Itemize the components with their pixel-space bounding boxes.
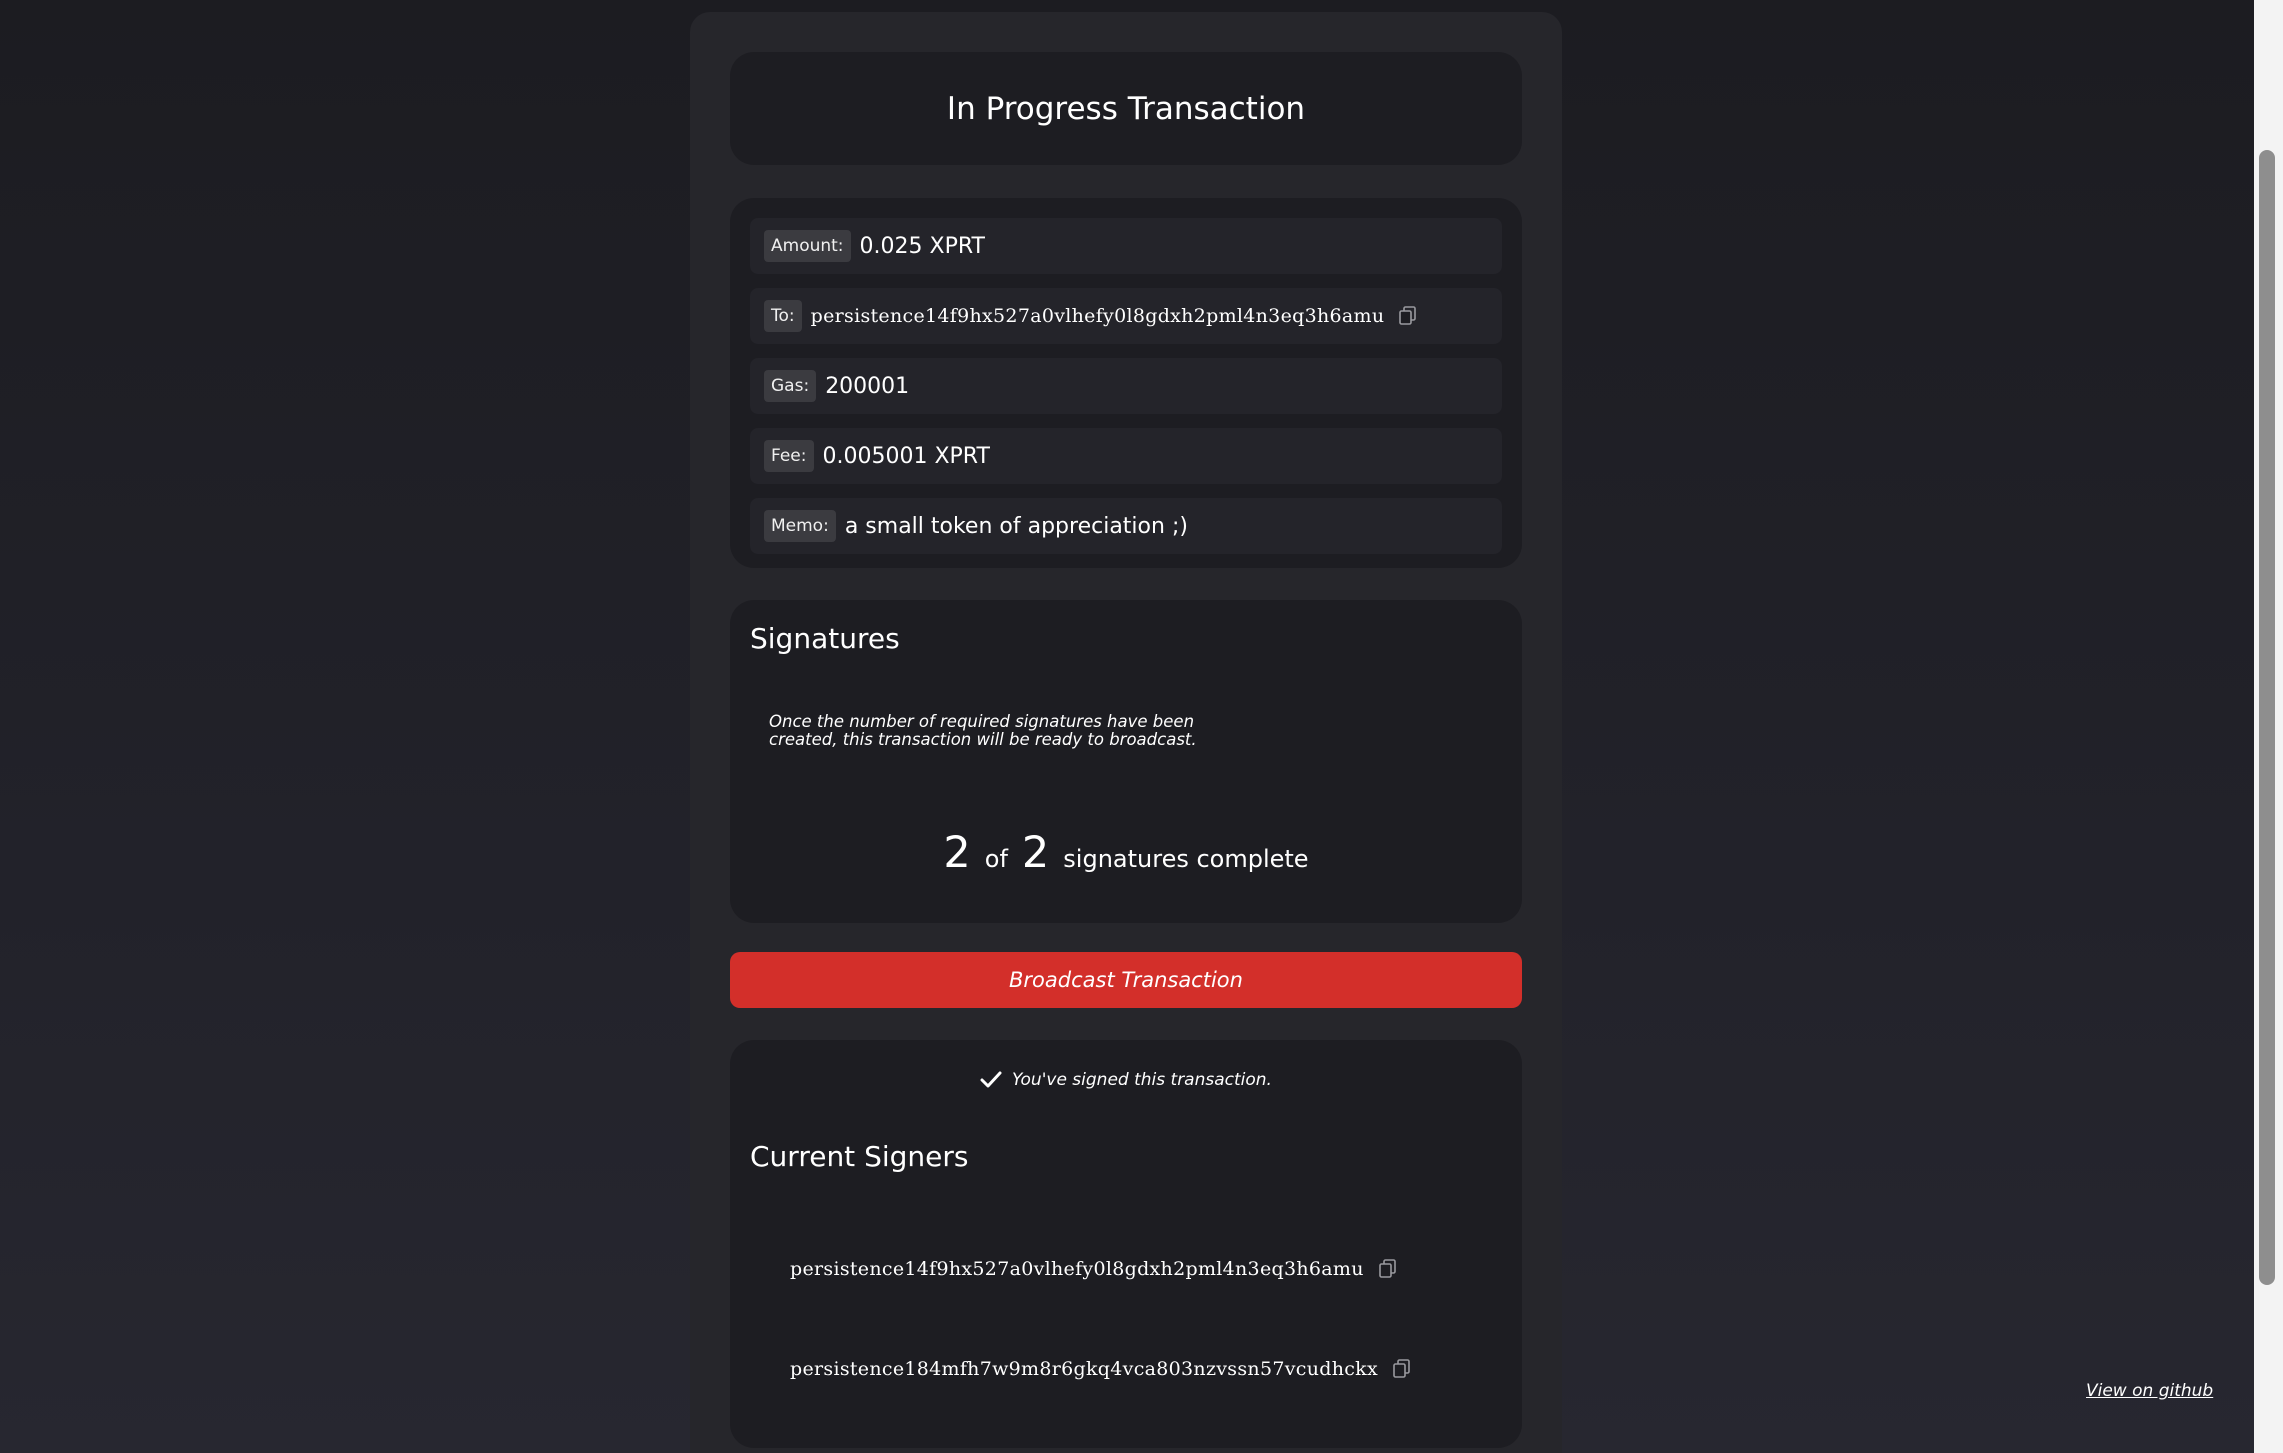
to-address: persistence14f9hx527a0vlhefy0l8gdxh2pml4… [810,305,1385,327]
scrollbar-thumb[interactable] [2259,150,2275,1285]
to-label: To: [764,300,802,332]
signatures-required: 2 [1021,828,1050,878]
signatures-heading: Signatures [750,622,900,655]
signatures-complete-label: signatures complete [1063,845,1309,873]
amount-row: Amount: 0.025 XPRT [750,218,1502,274]
signer-item: persistence184mfh7w9m8r6gkq4vca803nzvssn… [790,1358,1412,1380]
copy-icon-graphic [1393,1359,1410,1378]
signatures-card: Signatures Once the number of required s… [730,600,1522,923]
gas-row: Gas: 200001 [750,358,1502,414]
fee-label: Fee: [764,440,814,472]
copy-icon[interactable] [1398,305,1418,327]
checkmark-icon [980,1071,1002,1088]
signatures-current: 2 [943,828,971,878]
signer-address: persistence184mfh7w9m8r6gkq4vca803nzvssn… [790,1358,1379,1380]
signer-address: persistence14f9hx527a0vlhefy0l8gdxh2pml4… [790,1258,1364,1280]
title-card: In Progress Transaction [730,52,1522,165]
copy-icon-graphic [1378,1259,1396,1278]
current-signers-heading: Current Signers [750,1140,969,1173]
copy-icon[interactable] [1392,1358,1412,1380]
signature-count: 2 of 2 signatures complete [730,828,1522,878]
memo-row: Memo: a small token of appreciation ;) [750,498,1502,554]
current-signers-card: You've signed this transaction. Current … [730,1040,1522,1448]
gas-value: 200001 [825,373,910,399]
broadcast-transaction-button[interactable]: Broadcast Transaction [730,952,1522,1008]
page-title: In Progress Transaction [946,90,1306,127]
transaction-details-card: Amount: 0.025 XPRT To: persistence14f9hx… [730,198,1522,568]
amount-label: Amount: [764,230,851,262]
signatures-note: Once the number of required signatures h… [769,712,1197,749]
signer-item: persistence14f9hx527a0vlhefy0l8gdxh2pml4… [790,1258,1398,1280]
fee-value: 0.005001 XPRT [822,443,990,469]
copy-icon[interactable] [1378,1258,1398,1280]
signed-status: You've signed this transaction. [750,1070,1502,1090]
memo-value: a small token of appreciation ;) [844,513,1188,539]
signed-status-text: You've signed this transaction. [1012,1070,1272,1090]
fee-row: Fee: 0.005001 XPRT [750,428,1502,484]
signatures-of-label: of [984,845,1008,873]
copy-icon-graphic [1399,306,1417,325]
amount-value: 0.025 XPRT [859,233,985,259]
memo-label: Memo: [764,510,836,542]
view-on-github-link[interactable]: View on github [2086,1381,2213,1401]
to-row: To: persistence14f9hx527a0vlhefy0l8gdxh2… [750,288,1502,344]
gas-label: Gas: [764,370,817,402]
